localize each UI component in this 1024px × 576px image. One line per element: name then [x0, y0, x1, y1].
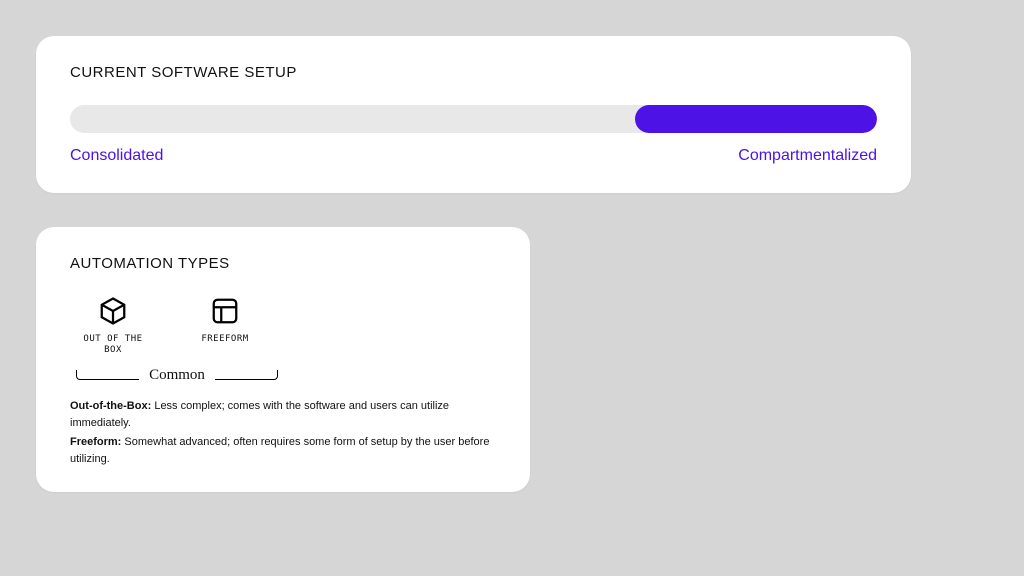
setup-slider[interactable]: [70, 105, 877, 133]
description-row: Freeform: Somewhat advanced; often requi…: [70, 434, 496, 468]
bracket-left: [76, 370, 139, 380]
desc-term: Freeform:: [70, 436, 121, 448]
common-group-bracket: Common: [76, 367, 278, 384]
description-row: Out-of-the-Box: Less complex; comes with…: [70, 398, 496, 432]
type-out-of-the-box: OUT OF THE BOX: [76, 296, 150, 357]
slider-label-left: Consolidated: [70, 147, 163, 165]
setup-slider-fill: [635, 105, 877, 133]
layout-icon: [210, 296, 240, 326]
automation-type-row: OUT OF THE BOX FREEFORM: [76, 296, 496, 357]
slider-label-right: Compartmentalized: [738, 147, 877, 165]
desc-text: Somewhat advanced; often requires some f…: [70, 436, 489, 465]
software-setup-title: CURRENT SOFTWARE SETUP: [70, 64, 877, 81]
type-label: OUT OF THE BOX: [76, 334, 150, 357]
cube-icon: [98, 296, 128, 326]
automation-descriptions: Out-of-the-Box: Less complex; comes with…: [70, 398, 496, 468]
type-freeform: FREEFORM: [188, 296, 262, 357]
bracket-right: [215, 370, 278, 380]
automation-types-card: AUTOMATION TYPES OUT OF THE BOX FREEFORM…: [36, 227, 530, 492]
software-setup-card: CURRENT SOFTWARE SETUP Consolidated Comp…: [36, 36, 911, 193]
setup-slider-labels: Consolidated Compartmentalized: [70, 147, 877, 165]
automation-title: AUTOMATION TYPES: [70, 255, 496, 272]
desc-term: Out-of-the-Box:: [70, 400, 151, 412]
common-group-label: Common: [139, 367, 215, 384]
type-label: FREEFORM: [201, 334, 248, 345]
